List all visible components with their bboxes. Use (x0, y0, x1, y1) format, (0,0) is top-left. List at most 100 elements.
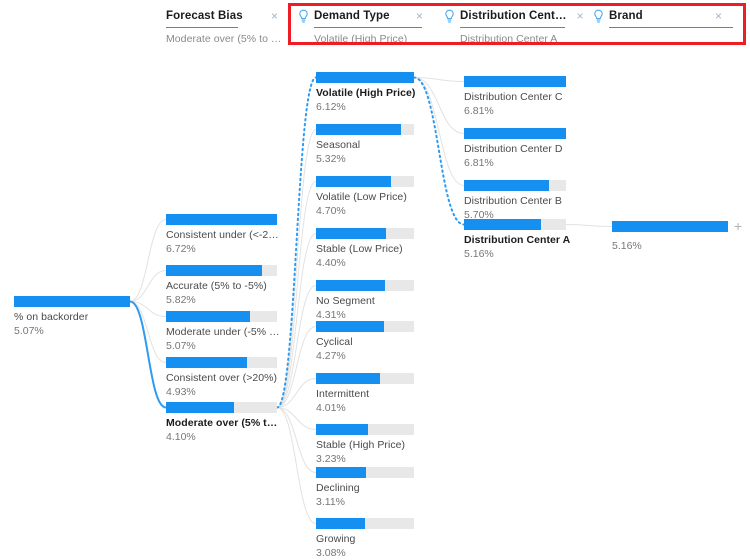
breadcrumb-title: Forecast Bias (166, 10, 243, 22)
node-bar-fill (464, 128, 566, 139)
tree-node[interactable]: Distribution Center C 6.81% (464, 76, 566, 117)
node-label: Growing (316, 533, 356, 545)
node-bar[interactable] (166, 214, 277, 225)
breadcrumb-title: Demand Type (314, 10, 390, 22)
node-bar[interactable] (316, 321, 414, 332)
connector (276, 181, 317, 408)
connector (129, 270, 167, 302)
lightbulb-icon (297, 9, 310, 24)
node-bar[interactable] (316, 124, 414, 135)
tree-node[interactable]: Volatile (Low Price) 4.70% (316, 176, 414, 217)
node-bar[interactable] (464, 180, 566, 191)
node-label: Distribution Center C (464, 91, 563, 103)
node-value: 4.40% (316, 257, 346, 269)
node-value: 5.82% (166, 294, 196, 306)
tree-node[interactable]: No Segment 4.31% (316, 280, 414, 321)
node-label: Volatile (High Price) (316, 87, 416, 99)
node-label: Moderate over (5% t… (166, 417, 278, 429)
close-icon[interactable]: × (567, 10, 584, 22)
node-bar-fill (316, 280, 385, 291)
node-bar[interactable] (464, 128, 566, 139)
node-bar[interactable] (316, 373, 414, 384)
node-value: 5.07% (14, 325, 44, 337)
node-label: Consistent over (>20%) (166, 372, 278, 384)
node-bar[interactable] (166, 311, 277, 322)
tree-node[interactable]: Seasonal 5.32% (316, 124, 414, 165)
node-bar[interactable] (14, 296, 130, 307)
tree-node[interactable]: Consistent under (<-2… 6.72% (166, 214, 279, 255)
connector (276, 285, 317, 408)
node-bar[interactable] (166, 265, 277, 276)
node-label: Distribution Center D (464, 143, 563, 155)
node-label: Declining (316, 482, 360, 494)
close-icon[interactable]: × (406, 10, 423, 22)
tree-node[interactable]: Growing 3.08% (316, 518, 414, 559)
node-bar[interactable] (464, 76, 566, 87)
node-bar[interactable] (166, 357, 277, 368)
node-value: 4.70% (316, 205, 346, 217)
breadcrumb-selected-value: Volatile (High Price) (314, 33, 408, 45)
node-bar-fill (612, 221, 728, 232)
node-bar-fill (316, 321, 385, 332)
node-bar[interactable] (316, 467, 414, 478)
tree-node[interactable]: Distribution Center D 6.81% (464, 128, 566, 169)
node-label: Distribution Center B (464, 195, 562, 207)
node-bar-fill (166, 402, 234, 413)
tree-node[interactable]: Distribution Center A 5.16% (464, 219, 570, 260)
node-bar-fill (316, 124, 402, 135)
tree-node[interactable]: Accurate (5% to -5%) 5.82% (166, 265, 277, 306)
node-label: Accurate (5% to -5%) (166, 280, 267, 292)
tree-node[interactable]: Volatile (High Price) 6.12% (316, 72, 416, 113)
node-bar-fill (464, 219, 542, 230)
close-icon[interactable]: × (705, 10, 722, 22)
tree-node[interactable]: Distribution Center B 5.70% (464, 180, 566, 221)
node-value: 3.08% (316, 547, 346, 559)
tree-node[interactable]: % on backorder 5.07% (14, 296, 130, 337)
node-bar-fill (316, 424, 368, 435)
node-bar[interactable] (316, 72, 414, 83)
node-value: 3.11% (316, 496, 345, 508)
tree-node[interactable]: Stable (High Price) 3.23% (316, 424, 414, 465)
node-bar-fill (316, 518, 366, 529)
node-bar[interactable] (612, 221, 728, 232)
breadcrumb-level-demand-type[interactable]: Demand Type × Volatile (High Price) (297, 8, 423, 45)
node-bar[interactable] (316, 424, 414, 435)
breadcrumb-level-distribution-center[interactable]: Distribution Cent… × Distribution Center… (443, 8, 584, 45)
tree-node[interactable]: Consistent over (>20%) 4.93% (166, 357, 277, 398)
breadcrumb-level-brand[interactable]: Brand × (592, 8, 733, 33)
connector (276, 407, 317, 524)
node-bar-fill (14, 296, 130, 307)
lightbulb-icon (592, 9, 605, 24)
node-bar[interactable] (464, 219, 566, 230)
connector-selected (129, 300, 167, 409)
connector (565, 224, 613, 227)
node-bar-fill (316, 373, 381, 384)
node-bar[interactable] (166, 402, 277, 413)
node-bar[interactable] (316, 518, 414, 529)
breadcrumb-level-forecast-bias[interactable]: Forecast Bias × Moderate over (5% to … (166, 8, 281, 45)
node-bar[interactable] (316, 228, 414, 239)
expand-level-button[interactable]: + (734, 219, 742, 233)
node-label: % on backorder (14, 311, 89, 323)
node-label: Volatile (Low Price) (316, 191, 407, 203)
node-bar-fill (166, 311, 250, 322)
tree-node[interactable]: Moderate over (5% t… 4.10% (166, 402, 277, 443)
node-value: 6.81% (464, 157, 494, 169)
tree-node[interactable]: 5.16% (612, 221, 728, 252)
node-bar[interactable] (316, 176, 414, 187)
node-value: 5.32% (316, 153, 346, 165)
tree-node[interactable]: Intermittent 4.01% (316, 373, 414, 414)
node-value: 4.31% (316, 309, 346, 321)
node-label: Cyclical (316, 336, 353, 348)
node-value: 6.72% (166, 243, 196, 255)
tree-node[interactable]: Stable (Low Price) 4.40% (316, 228, 414, 269)
tree-node[interactable]: Moderate under (-5% … 5.07% (166, 311, 280, 352)
node-bar[interactable] (316, 280, 414, 291)
node-bar-fill (464, 180, 550, 191)
tree-node[interactable]: Declining 3.11% (316, 467, 414, 508)
node-bar-fill (316, 467, 366, 478)
node-label: Seasonal (316, 139, 361, 151)
tree-node[interactable]: Cyclical 4.27% (316, 321, 414, 362)
close-icon[interactable]: × (261, 10, 278, 22)
connector (129, 219, 167, 302)
